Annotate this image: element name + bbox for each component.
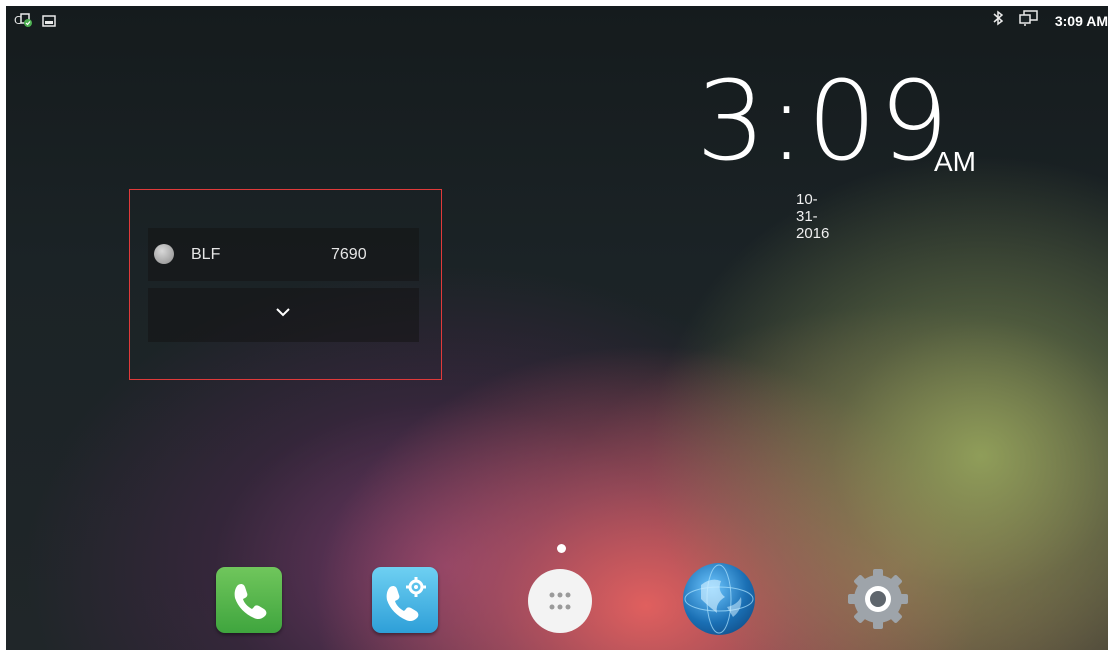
bluetooth-icon <box>993 10 1004 31</box>
app-drawer-icon[interactable] <box>528 569 592 633</box>
clock-ampm: AM <box>934 146 976 177</box>
blf-expand-button[interactable] <box>148 288 419 342</box>
blf-widget: BLF 7690 <box>129 189 442 380</box>
blf-label: BLF <box>191 246 221 263</box>
clock-time: 3:09 <box>696 57 952 185</box>
clock-date: 10-31-2016 <box>796 191 830 242</box>
screen-mirror-icon <box>1019 10 1039 31</box>
sip-account-icon: C <box>14 12 34 33</box>
home-screen: C 3:09 AM 3:09 AM 10-31-2016 BLF 7690 <box>6 6 1108 650</box>
browser-app-icon[interactable] <box>683 563 755 635</box>
blf-status-indicator <box>154 244 174 264</box>
status-bar[interactable]: C 3:09 AM <box>6 6 1108 34</box>
chevron-down-icon <box>273 302 293 322</box>
image-icon <box>42 14 56 32</box>
blf-number: 7690 <box>331 246 367 263</box>
blf-key[interactable]: BLF 7690 <box>148 228 419 281</box>
call-settings-app-icon[interactable] <box>372 567 438 633</box>
page-indicator <box>557 544 566 553</box>
settings-app-icon[interactable] <box>844 565 912 633</box>
phone-app-icon[interactable] <box>216 567 282 633</box>
status-bar-time: 3:09 AM <box>1054 12 1108 29</box>
